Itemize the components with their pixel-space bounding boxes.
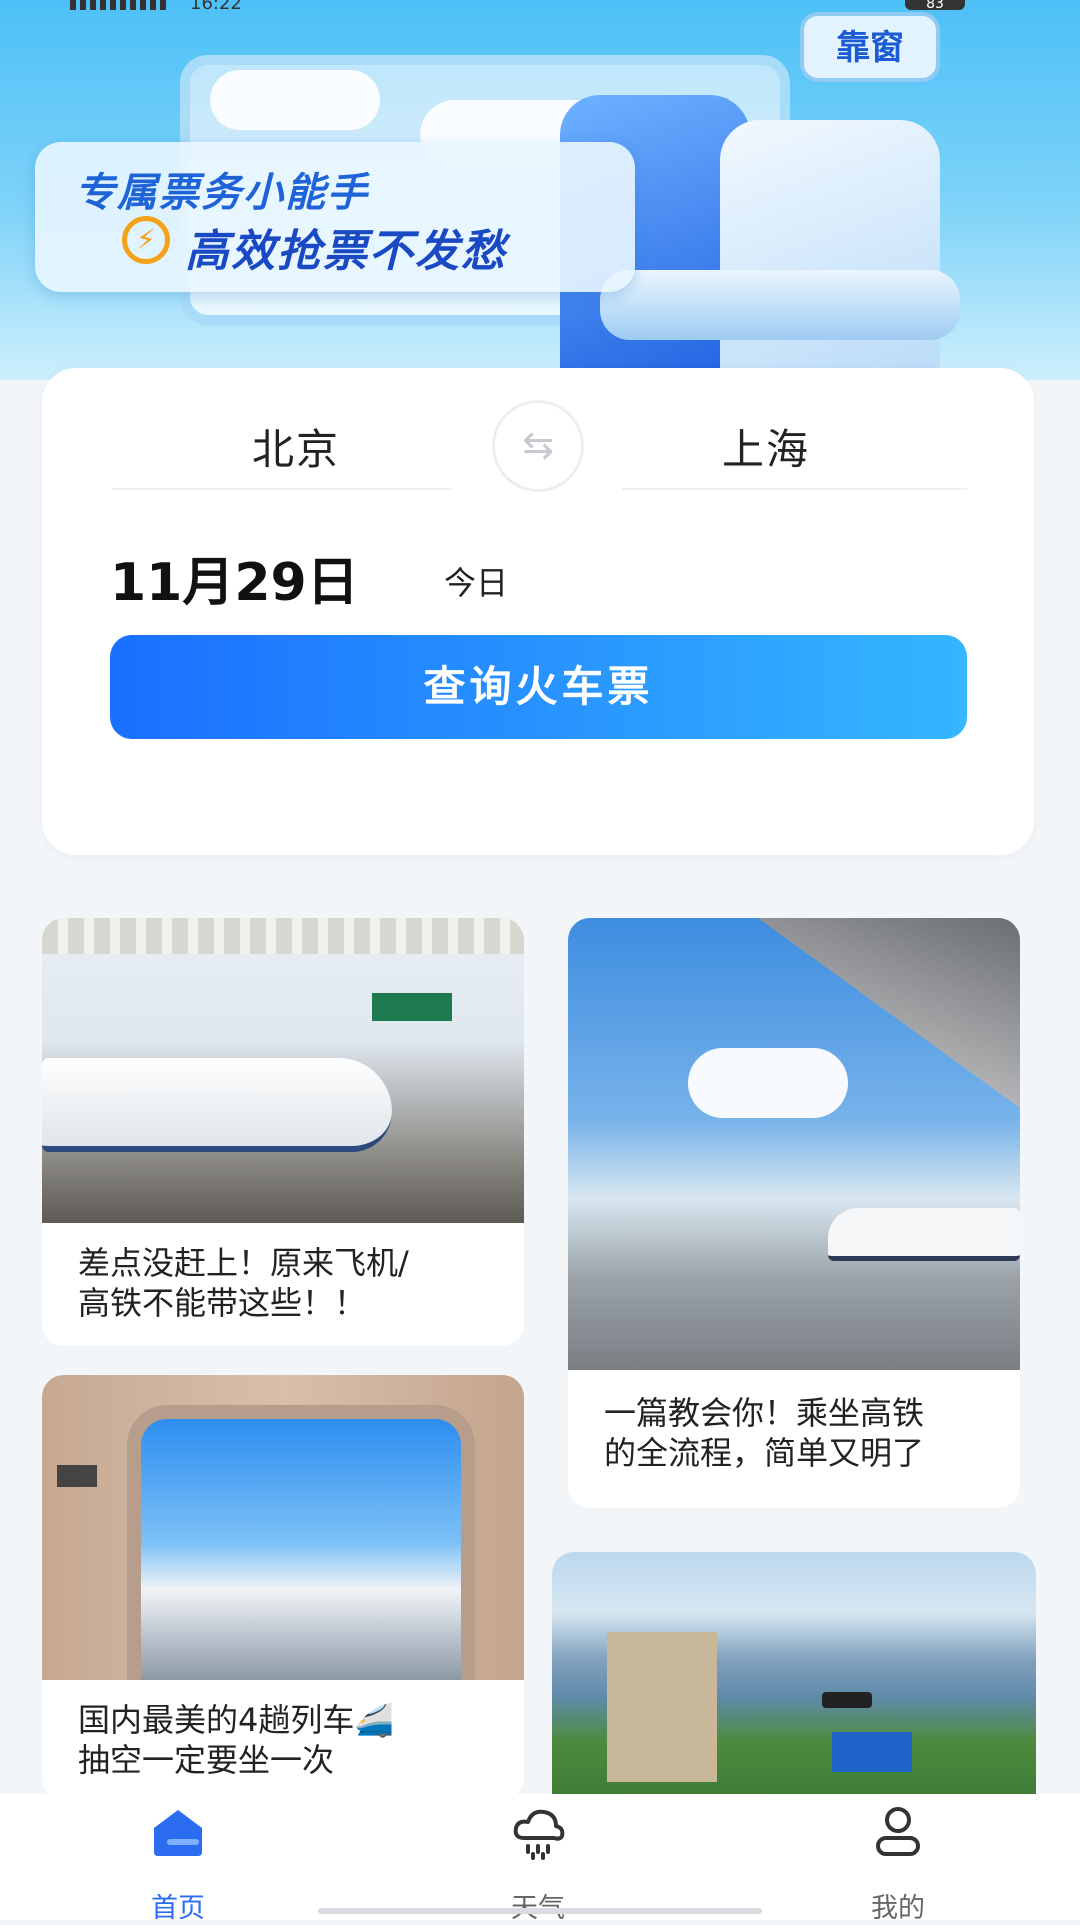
divider [622, 488, 967, 490]
window-label [57, 1465, 97, 1487]
swap-icon: ⇆ [522, 423, 554, 467]
swap-cities-button[interactable]: ⇆ [492, 400, 584, 492]
article-card[interactable]: 国内最美的4趟列车🚄 抽空一定要坐一次 [42, 1375, 524, 1800]
cloud-shape [210, 70, 380, 130]
user-icon [876, 1807, 920, 1856]
from-city[interactable]: 北京 [252, 416, 340, 477]
cloud-rain-icon [513, 1809, 565, 1860]
tab-profile[interactable]: 我的 [798, 1794, 998, 1924]
status-time: 16:22 [190, 0, 242, 14]
article-title: 差点没赶上！原来飞机/ 高铁不能带这些！！ [78, 1244, 409, 1322]
train-window-view [127, 1405, 475, 1680]
article-card[interactable]: 一篇教会你！乘坐高铁 的全流程，简单又明了 [568, 918, 1020, 1508]
canopy-structure [42, 918, 524, 954]
tab-weather[interactable]: 天气 [438, 1794, 638, 1924]
bottom-tab-bar: 首页 天气 我的 [0, 1794, 1080, 1924]
home-indicator[interactable] [318, 1908, 762, 1914]
signal-icon [70, 0, 170, 10]
tab-weather-label: 天气 [438, 1886, 638, 1925]
article-card[interactable]: 差点没赶上！原来飞机/ 高铁不能带这些！！ [42, 918, 524, 1346]
to-city[interactable]: 上海 [722, 416, 810, 477]
battery-icon: 83 [905, 0, 965, 12]
ticket-search-card: 北京 ⇆ 上海 11月29日 今日 查询火车票 [42, 368, 1034, 855]
article-photo [568, 918, 1020, 1370]
train-image [828, 1208, 1020, 1261]
exit-sign [372, 993, 452, 1021]
departure-date[interactable]: 11月29日 [110, 540, 359, 615]
promo-subheadline: 高效抢票不发愁 [185, 226, 507, 277]
article-title: 一篇教会你！乘坐高铁 的全流程，简单又明了 [604, 1394, 925, 1472]
article-photo [552, 1552, 1036, 1794]
article-photo [42, 1375, 524, 1680]
home-icon [154, 1810, 202, 1856]
article-card[interactable] [552, 1552, 1036, 1794]
date-hint: 今日 [444, 564, 509, 602]
traffic-light [822, 1692, 872, 1708]
status-bar: 16:22 83 [0, 0, 1080, 16]
road-sign [832, 1732, 912, 1772]
window-seat-tag: 靠窗 [800, 12, 940, 82]
article-photo [42, 918, 524, 1223]
tab-home[interactable]: 首页 [78, 1794, 278, 1924]
divider [112, 488, 452, 490]
cloud-shape [688, 1048, 848, 1118]
lightning-icon: ⚡ [122, 216, 170, 264]
building-image [607, 1632, 717, 1782]
tab-home-label: 首页 [151, 1893, 205, 1924]
seat-illustration [720, 120, 940, 380]
train-image [42, 1058, 392, 1152]
promo-headline: 专属票务小能手 [75, 170, 369, 216]
hero-banner[interactable]: 专属票务小能手 ⚡ 高效抢票不发愁 靠窗 [0, 0, 1080, 380]
tab-profile-label: 我的 [871, 1893, 925, 1924]
search-tickets-button[interactable]: 查询火车票 [110, 635, 967, 739]
seat-cushion-illustration [600, 270, 960, 340]
article-title: 国内最美的4趟列车🚄 抽空一定要坐一次 [78, 1701, 395, 1779]
